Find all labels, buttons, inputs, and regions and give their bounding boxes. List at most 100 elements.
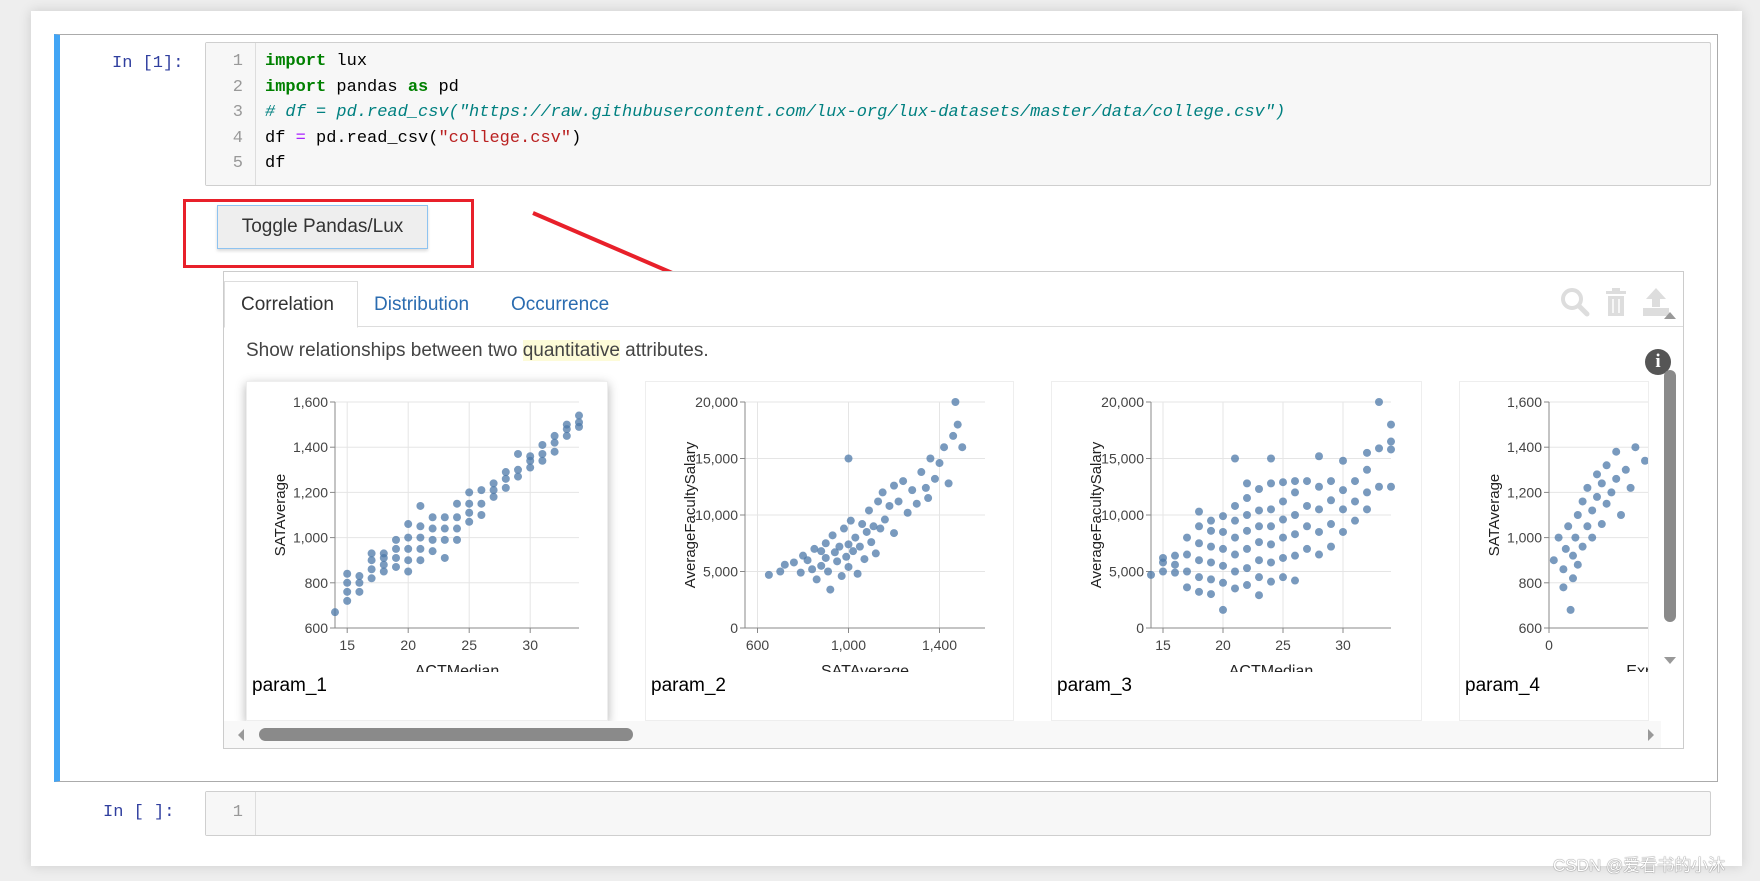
scatter-point <box>1631 443 1640 452</box>
y-axis-title: AverageFacultySalary <box>1088 441 1105 588</box>
scatter-point <box>1231 584 1239 593</box>
code-token: pd <box>428 77 459 97</box>
scatter-point <box>890 481 899 490</box>
code-line: df = pd.read_csv("college.csv") <box>265 129 581 148</box>
scatter-point <box>1279 553 1287 562</box>
scatter-point <box>935 459 944 468</box>
tab-occurrence[interactable]: Occurrence <box>495 281 625 328</box>
scatter-point <box>1219 561 1227 570</box>
code-token: "college.csv" <box>438 128 572 148</box>
y-axis-title: SATAverage <box>272 474 289 557</box>
scatter-point <box>1231 567 1239 576</box>
scatter-point <box>1219 512 1227 521</box>
scatter-point <box>1303 522 1311 531</box>
line-gutter: 1 2 3 4 5 <box>206 43 256 185</box>
scatter-point <box>855 542 864 551</box>
code-token: lux <box>326 52 368 71</box>
x-axis-title: Expenditure <box>1626 663 1649 672</box>
chart-card-2[interactable]: 0 5,000 10,000 15,000 20,000 600 1,000 1,400 SAT… <box>645 381 1014 721</box>
scatter-point <box>1327 542 1335 551</box>
scatter-point <box>1207 590 1215 599</box>
y-tick-label: 800 <box>305 575 329 591</box>
horizontal-scroll-thumb[interactable] <box>259 728 633 741</box>
scatter-point <box>944 479 953 488</box>
scatter-point <box>1195 522 1203 531</box>
scatter-point <box>835 542 844 551</box>
scatter-point <box>343 587 352 596</box>
empty-code-editor[interactable]: 1 <box>205 791 1711 836</box>
scatter-point <box>1626 483 1635 492</box>
scatter-point <box>416 501 425 510</box>
scatter-point <box>392 562 400 571</box>
chart-card-1[interactable]: 600 800 1,000 1,200 1,400 1,600 15 20 25 30 ACTMed… <box>246 381 608 721</box>
toggle-pandas-lux-button[interactable]: Toggle Pandas/Lux <box>217 205 428 249</box>
line-number: 1 <box>232 52 243 71</box>
scatter-point <box>1231 516 1239 525</box>
x-tick-label: 25 <box>1275 637 1291 653</box>
x-tick-label: 0 <box>1545 637 1553 653</box>
scatter-point <box>416 556 425 565</box>
chart-card-4[interactable]: 6008001,0001,2001,4001,600040,000Expendi… <box>1459 381 1649 721</box>
scatter-point <box>428 547 437 556</box>
scatter-point <box>1327 496 1335 505</box>
x-tick-label: 1,400 <box>922 637 957 653</box>
tab-correlation[interactable]: Correlation <box>224 281 358 328</box>
scatter-point <box>817 561 826 570</box>
scatter-point <box>477 511 486 519</box>
tab-bar: Correlation Distribution Occurrence <box>224 272 1683 328</box>
scatter-point <box>514 465 522 474</box>
scatter-point <box>575 411 583 420</box>
search-icon[interactable] <box>1560 287 1590 317</box>
scatter-point <box>1363 465 1371 474</box>
scatter-point <box>404 544 413 553</box>
scatter-point <box>953 420 962 429</box>
scatter-point <box>1183 550 1191 559</box>
scatter-point <box>1231 454 1239 463</box>
code-editor[interactable]: 12345 import lux import pandas as pd # df … <box>205 42 1711 186</box>
y-axis-title: SATAverage <box>1486 474 1503 557</box>
scatter-point <box>1195 587 1203 596</box>
x-axis-title: SATAverage <box>821 663 909 672</box>
chart-card-3[interactable]: 0 5,000 10,000 15,000 20,000 15 20 25 30 ACTMedia… <box>1051 381 1422 721</box>
scatter-point <box>1573 511 1582 519</box>
scatter-point <box>930 474 939 483</box>
scatter-point <box>1279 478 1287 487</box>
scatter-point <box>1291 511 1299 519</box>
scatter-point <box>1255 591 1263 600</box>
scatter-point <box>1559 565 1568 574</box>
tab-description: Show relationships between two quantitat… <box>246 340 709 362</box>
scatter-point <box>1363 448 1371 457</box>
scatter-point <box>1375 444 1383 453</box>
x-tick-label: 20 <box>400 637 416 653</box>
scatter-point <box>1588 506 1597 515</box>
scatter-point <box>1564 522 1573 531</box>
code-token: pd.read_csv( <box>305 128 439 148</box>
scatter-point <box>1315 482 1323 491</box>
scatter-point <box>367 565 376 574</box>
y-tick-label: 10,000 <box>1101 507 1144 523</box>
scatter-point <box>501 483 510 492</box>
scatter-point <box>1267 454 1275 463</box>
scatter-point <box>1207 526 1215 535</box>
trash-icon[interactable] <box>1601 287 1631 317</box>
scatter-point <box>908 486 917 495</box>
x-tick-label: 1,000 <box>831 637 866 653</box>
scatter-point <box>514 449 522 458</box>
scatter-point <box>1387 482 1395 491</box>
code-token: as <box>407 77 429 97</box>
scatter-point <box>465 499 474 508</box>
scatter-chart: 0 5,000 10,000 15,000 20,000 15 20 25 30 ACTMedia… <box>1088 394 1395 672</box>
tab-distribution[interactable]: Distribution <box>358 281 485 328</box>
scatter-point <box>828 531 837 540</box>
scatter-point <box>817 547 826 556</box>
scatter-point <box>1171 568 1179 577</box>
scatter-chart: 0 5,000 10,000 15,000 20,000 600 1,000 1,400 SAT… <box>682 394 985 672</box>
scatter-point <box>1291 576 1299 585</box>
vertical-scrollbar[interactable] <box>1662 312 1678 672</box>
horizontal-scrollbar[interactable] <box>224 721 1661 748</box>
vertical-scroll-thumb[interactable] <box>1664 370 1676 622</box>
scatter-point <box>821 539 830 548</box>
y-tick-label: 1,200 <box>293 484 328 500</box>
scatter-point <box>1183 567 1191 576</box>
y-tick-label: 1,400 <box>293 439 328 455</box>
